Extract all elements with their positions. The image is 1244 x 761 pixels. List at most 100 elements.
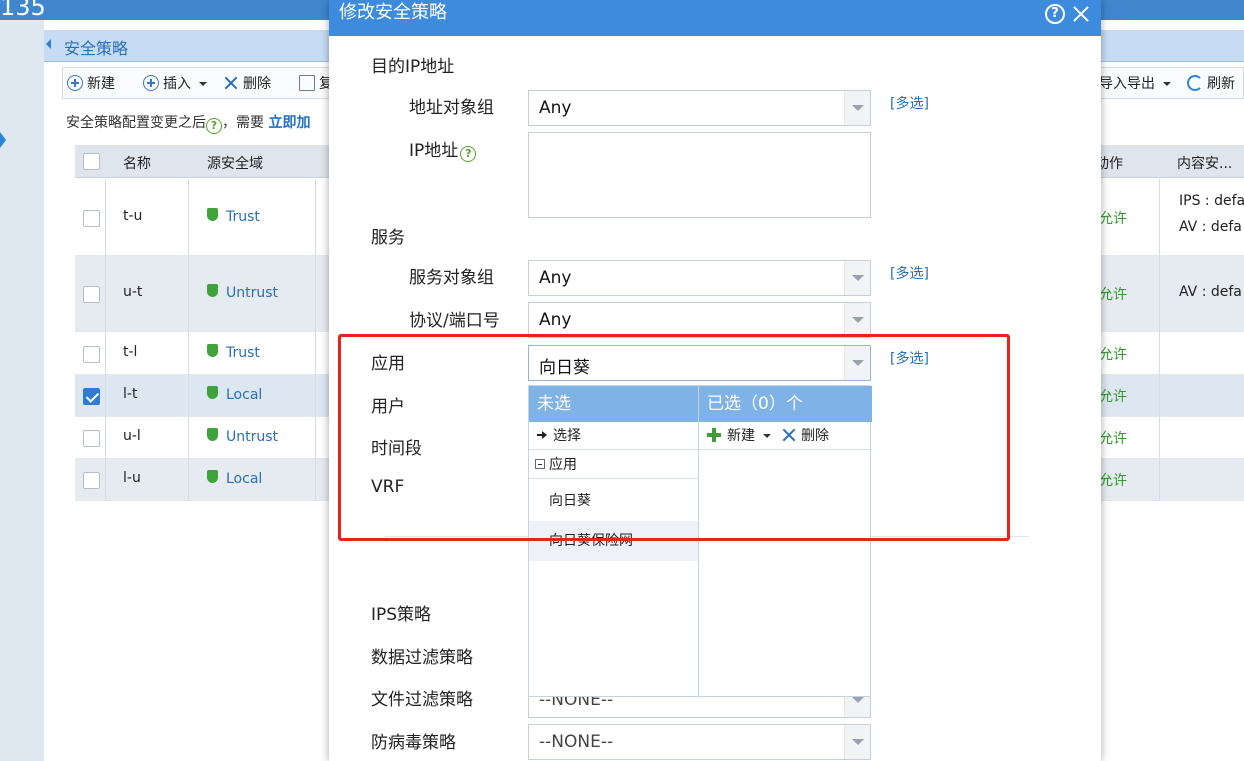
help-icon[interactable]: ? (1045, 4, 1065, 24)
col-name[interactable]: 名称 (123, 153, 151, 173)
row-name: l-u (123, 470, 141, 486)
close-icon (781, 427, 797, 443)
column-divider (105, 179, 106, 256)
addr-multi-select-link[interactable]: [多选] (890, 93, 929, 113)
row-src-zone[interactable]: Local (207, 470, 262, 487)
tree-node-app[interactable]: 应用 (529, 451, 698, 479)
import-export-button[interactable]: 导入导出 (1099, 72, 1171, 96)
row-zone-label: Untrust (226, 285, 279, 301)
expand-arrow-icon[interactable] (0, 132, 6, 148)
document-icon (299, 75, 315, 91)
row-src-zone[interactable]: Untrust (207, 428, 278, 445)
row-checkbox[interactable] (83, 346, 100, 363)
column-divider (315, 375, 316, 417)
antivirus-value: --NONE-- (539, 732, 614, 752)
column-divider (1159, 459, 1160, 501)
chevron-down-icon[interactable] (844, 91, 870, 125)
insert-button[interactable]: 插入 (143, 72, 207, 96)
row-name: t-u (123, 208, 143, 224)
new-button[interactable]: 新建 (67, 72, 115, 96)
service-group-value: Any (539, 268, 572, 288)
chevron-down-icon[interactable] (844, 725, 870, 759)
app-select-input[interactable]: 向日葵 (528, 345, 871, 381)
insert-label: 插入 (163, 76, 191, 92)
row-checkbox[interactable] (83, 388, 100, 405)
row-zone-label: Local (226, 471, 263, 487)
select-all-checkbox[interactable] (83, 153, 100, 170)
close-icon (223, 75, 239, 91)
antivirus-label: 防病毒策略 (371, 733, 456, 753)
service-label: 服务 (371, 228, 405, 248)
row-action: 允许 (1099, 211, 1127, 227)
collapse-icon[interactable] (46, 39, 51, 49)
picker-new-label: 新建 (727, 428, 755, 444)
picker-new-button[interactable]: 新建 (699, 428, 771, 444)
proto-port-select[interactable]: Any (528, 302, 871, 338)
shield-icon (207, 208, 218, 221)
data-filter-label: 数据过滤策略 (371, 648, 473, 668)
ip-address-textarea[interactable] (528, 132, 871, 218)
tree-node-label: 应用 (549, 457, 577, 473)
dest-ip-label: 目的IP地址 (371, 57, 455, 77)
service-multi-select-link[interactable]: [多选] (890, 263, 929, 283)
list-item[interactable]: 向日葵保险网 (529, 521, 698, 561)
row-name: t-l (123, 344, 138, 360)
row-src-zone[interactable]: Local (207, 386, 262, 403)
row-src-zone[interactable]: Trust (207, 344, 260, 361)
row-src-zone[interactable]: Untrust (207, 284, 278, 301)
row-name: l-t (123, 386, 138, 402)
column-divider (315, 256, 316, 332)
row-action: 允许 (1099, 347, 1127, 363)
row-checkbox[interactable] (83, 472, 100, 489)
column-divider (188, 417, 189, 459)
row-checkbox[interactable] (83, 210, 100, 227)
app-picker-dropdown: 未选 已选（0）个 选择 新建 删除 应用 向日葵 向日葵保险网 (528, 385, 872, 698)
edit-policy-dialog: 修改安全策略 ? 目的IP地址 地址对象组 Any [多选] IP地址? 服务 … (329, 0, 1101, 761)
col-content-security[interactable]: 内容安... (1177, 153, 1232, 173)
column-divider (315, 417, 316, 459)
select-button[interactable]: 选择 (529, 422, 698, 450)
service-group-select[interactable]: Any (528, 260, 871, 296)
chevron-down-icon[interactable] (844, 346, 870, 380)
addr-group-label: 地址对象组 (409, 98, 494, 118)
vrf-label: VRF (371, 477, 405, 497)
file-filter-label: 文件过滤策略 (371, 690, 473, 710)
row-action: 允许 (1099, 287, 1127, 303)
unselected-header: 未选 (529, 386, 698, 422)
copy-button[interactable]: 复 (299, 72, 333, 96)
picker-delete-label: 删除 (801, 428, 829, 444)
column-divider (105, 256, 106, 332)
column-divider (188, 179, 189, 256)
addr-group-select[interactable]: Any (528, 90, 871, 126)
refresh-button[interactable]: 刷新 (1187, 72, 1235, 96)
collapse-minus-icon[interactable] (535, 459, 545, 469)
row-content-1: IPS : defa (1179, 193, 1244, 209)
refresh-icon (1187, 75, 1203, 91)
delete-button[interactable]: 删除 (223, 72, 271, 96)
select-label: 选择 (553, 428, 581, 444)
app-multi-select-link[interactable]: [多选] (890, 348, 929, 368)
row-src-zone[interactable]: Trust (207, 208, 260, 225)
column-divider (1159, 256, 1160, 332)
notice-text: 安全策略配置变更之后 (66, 115, 206, 131)
help-icon[interactable]: ? (206, 118, 222, 134)
addr-group-value: Any (539, 98, 572, 118)
refresh-label: 刷新 (1207, 76, 1235, 92)
shield-icon (207, 284, 218, 297)
plus-icon (707, 428, 721, 442)
row-checkbox[interactable] (83, 286, 100, 303)
picker-delete-button[interactable]: 删除 (771, 428, 829, 444)
help-icon[interactable]: ? (460, 146, 477, 162)
apply-now-link[interactable]: 立即加 (268, 115, 310, 131)
chevron-down-icon[interactable] (844, 303, 870, 337)
col-src-zone[interactable]: 源安全域 (207, 153, 263, 173)
ip-address-label: IP地址? (409, 136, 477, 162)
left-rail (0, 20, 44, 761)
chevron-down-icon[interactable] (844, 261, 870, 295)
antivirus-select[interactable]: --NONE-- (528, 724, 871, 760)
list-item[interactable]: 向日葵 (529, 481, 698, 521)
row-checkbox[interactable] (83, 430, 100, 447)
close-icon[interactable] (1071, 4, 1091, 24)
proto-port-label: 协议/端口号 (409, 311, 500, 331)
shield-icon (207, 386, 218, 399)
